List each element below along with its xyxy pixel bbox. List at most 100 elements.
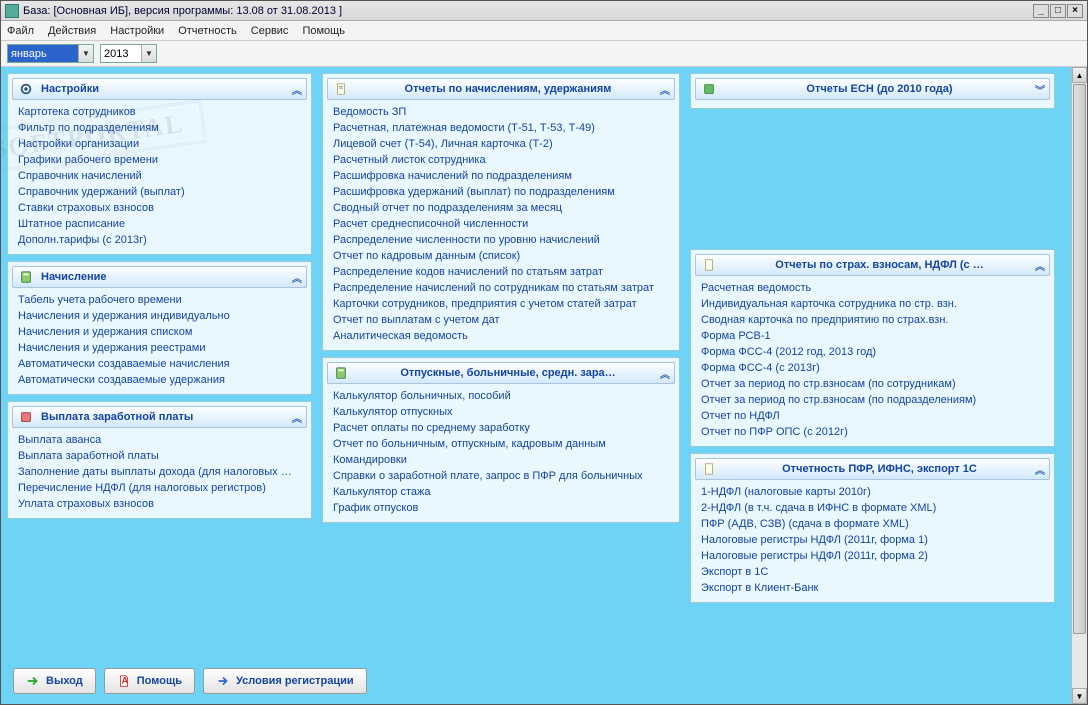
panel-header-esn[interactable]: Отчеты ЕСН (до 2010 года) ︾ bbox=[695, 78, 1050, 100]
link-item[interactable]: Выплата заработной платы bbox=[18, 450, 303, 462]
link-item[interactable]: Расчетная, платежная ведомости (Т-51, Т-… bbox=[333, 122, 671, 134]
menu-service[interactable]: Сервис bbox=[251, 25, 289, 37]
link-item[interactable]: Фильтр по подразделениям bbox=[18, 122, 303, 134]
link-item[interactable]: Отчет за период по стр.взносам (по сотру… bbox=[701, 378, 1046, 390]
link-item[interactable]: Распределение численности по уровню начи… bbox=[333, 234, 671, 246]
close-button[interactable]: × bbox=[1067, 4, 1083, 18]
panel-header-pfr[interactable]: Отчетность ПФР, ИФНС, экспорт 1С ︽ bbox=[695, 458, 1050, 480]
link-item[interactable]: Ставки страховых взносов bbox=[18, 202, 303, 214]
link-item[interactable]: Форма ФСС-4 (2012 год, 2013 год) bbox=[701, 346, 1046, 358]
link-item[interactable]: 1-НДФЛ (налоговые карты 2010г) bbox=[701, 486, 1046, 498]
menu-settings[interactable]: Настройки bbox=[110, 25, 164, 37]
panel-title: Начисление bbox=[41, 271, 292, 283]
link-item[interactable]: Сводная карточка по предприятию по страх… bbox=[701, 314, 1046, 326]
links-insurance: Расчетная ведомость Индивидуальная карточ… bbox=[691, 280, 1054, 446]
link-item[interactable]: Налоговые регистры НДФЛ (2011г, форма 2) bbox=[701, 550, 1046, 562]
vertical-scrollbar[interactable]: ▲ ▼ bbox=[1071, 67, 1087, 704]
link-item[interactable]: Начисления и удержания реестрами bbox=[18, 342, 303, 354]
link-item[interactable]: Отчет по больничным, отпускным, кадровым… bbox=[333, 438, 671, 450]
svg-text:A: A bbox=[121, 676, 128, 687]
link-item[interactable]: Заполнение даты выплаты дохода (для нало… bbox=[18, 466, 303, 478]
link-item[interactable]: Картотека сотрудников bbox=[18, 106, 303, 118]
toolbar: ▼ ▼ bbox=[1, 41, 1087, 67]
link-item[interactable]: Распределение кодов начислений по статья… bbox=[333, 266, 671, 278]
link-item[interactable]: Калькулятор стажа bbox=[333, 486, 671, 498]
link-item[interactable]: Отчет по ПФР ОПС (с 2012г) bbox=[701, 426, 1046, 438]
link-item[interactable]: График отпусков bbox=[333, 502, 671, 514]
year-combo[interactable]: ▼ bbox=[100, 44, 157, 63]
menu-reports[interactable]: Отчетность bbox=[178, 25, 237, 37]
scroll-down-button[interactable]: ▼ bbox=[1072, 688, 1087, 704]
link-item[interactable]: Расчетная ведомость bbox=[701, 282, 1046, 294]
link-item[interactable]: Калькулятор отпускных bbox=[333, 406, 671, 418]
year-input[interactable] bbox=[101, 45, 141, 62]
month-combo[interactable]: ▼ bbox=[7, 44, 94, 63]
link-item[interactable]: 2-НДФЛ (в т.ч. сдача в ИФНС в формате XM… bbox=[701, 502, 1046, 514]
maximize-button[interactable]: □ bbox=[1050, 4, 1066, 18]
link-item[interactable]: Распределение начислений по сотрудникам … bbox=[333, 282, 671, 294]
link-item[interactable]: Расчет среднесписочной численности bbox=[333, 218, 671, 230]
link-item[interactable]: Штатное расписание bbox=[18, 218, 303, 230]
panel-header-reports[interactable]: Отчеты по начислениям, удержаниям ︽ bbox=[327, 78, 675, 100]
link-item[interactable]: Уплата страховых взносов bbox=[18, 498, 303, 510]
dropdown-icon[interactable]: ▼ bbox=[78, 45, 93, 62]
link-item[interactable]: Экспорт в Клиент-Банк bbox=[701, 582, 1046, 594]
link-item[interactable]: Лицевой счет (Т-54), Личная карточка (Т-… bbox=[333, 138, 671, 150]
panel-header-vacation[interactable]: Отпускные, больничные, средн. зара… ︽ bbox=[327, 362, 675, 384]
link-item[interactable]: Графики рабочего времени bbox=[18, 154, 303, 166]
link-item[interactable]: Сводный отчет по подразделениям за месяц bbox=[333, 202, 671, 214]
scroll-up-button[interactable]: ▲ bbox=[1072, 67, 1087, 83]
minimize-button[interactable]: _ bbox=[1033, 4, 1049, 18]
link-item[interactable]: Начисления и удержания индивидуально bbox=[18, 310, 303, 322]
link-item[interactable]: Перечисление НДФЛ (для налоговых регистр… bbox=[18, 482, 303, 494]
link-item[interactable]: Отчет по выплатам с учетом дат bbox=[333, 314, 671, 326]
button-label: Выход bbox=[46, 675, 83, 687]
month-input[interactable] bbox=[8, 45, 78, 62]
link-item[interactable]: Начисления и удержания списком bbox=[18, 326, 303, 338]
link-item[interactable]: Экспорт в 1С bbox=[701, 566, 1046, 578]
link-item[interactable]: Справочник начислений bbox=[18, 170, 303, 182]
panel-header-payout[interactable]: Выплата заработной платы ︽ bbox=[12, 406, 307, 428]
book-icon bbox=[19, 410, 33, 424]
link-item[interactable]: Расчет оплаты по среднему заработку bbox=[333, 422, 671, 434]
link-item[interactable]: Карточки сотрудников, предприятия с учет… bbox=[333, 298, 671, 310]
panel-header-settings[interactable]: Настройки ︽ bbox=[12, 78, 307, 100]
link-item[interactable]: Автоматически создаваемые начисления bbox=[18, 358, 303, 370]
link-item[interactable]: ПФР (АДВ, СЗВ) (сдача в формате XML) bbox=[701, 518, 1046, 530]
panel-header-accrual[interactable]: Начисление ︽ bbox=[12, 266, 307, 288]
link-item[interactable]: Справочник удержаний (выплат) bbox=[18, 186, 303, 198]
document-icon bbox=[702, 462, 716, 476]
link-item[interactable]: Форма ФСС-4 (с 2013г) bbox=[701, 362, 1046, 374]
link-item[interactable]: Расчетный листок сотрудника bbox=[333, 154, 671, 166]
menu-file[interactable]: Файл bbox=[7, 25, 34, 37]
link-item[interactable]: Налоговые регистры НДФЛ (2011г, форма 1) bbox=[701, 534, 1046, 546]
link-item[interactable]: Форма РСВ-1 bbox=[701, 330, 1046, 342]
link-item[interactable]: Отчет по НДФЛ bbox=[701, 410, 1046, 422]
link-item[interactable]: Ведомость ЗП bbox=[333, 106, 671, 118]
link-item[interactable]: Настройки организации bbox=[18, 138, 303, 150]
menu-actions[interactable]: Действия bbox=[48, 25, 96, 37]
scroll-thumb[interactable] bbox=[1073, 84, 1086, 634]
dropdown-icon[interactable]: ▼ bbox=[141, 45, 156, 62]
link-item[interactable]: Индивидуальная карточка сотрудника по ст… bbox=[701, 298, 1046, 310]
link-item[interactable]: Командировки bbox=[333, 454, 671, 466]
link-item[interactable]: Дополн.тарифы (с 2013г) bbox=[18, 234, 303, 246]
exit-button[interactable]: Выход bbox=[13, 668, 96, 694]
link-item[interactable]: Калькулятор больничных, пособий bbox=[333, 390, 671, 402]
link-item[interactable]: Отчет за период по стр.взносам (по подра… bbox=[701, 394, 1046, 406]
link-item[interactable]: Автоматически создаваемые удержания bbox=[18, 374, 303, 386]
link-item[interactable]: Справки о заработной плате, запрос в ПФР… bbox=[333, 470, 671, 482]
panel-header-insurance[interactable]: Отчеты по страх. взносам, НДФЛ (с … ︽ bbox=[695, 254, 1050, 276]
panel-title: Отчеты по начислениям, удержаниям bbox=[356, 83, 660, 95]
link-item[interactable]: Расшифровка удержаний (выплат) по подраз… bbox=[333, 186, 671, 198]
links-accrual: Табель учета рабочего времени Начисления … bbox=[8, 292, 311, 394]
link-item[interactable]: Расшифровка начислений по подразделениям bbox=[333, 170, 671, 182]
link-item[interactable]: Табель учета рабочего времени bbox=[18, 294, 303, 306]
menu-help[interactable]: Помощь bbox=[302, 25, 345, 37]
help-button[interactable]: A Помощь bbox=[104, 668, 195, 694]
link-item[interactable]: Аналитическая ведомость bbox=[333, 330, 671, 342]
register-button[interactable]: Условия регистрации bbox=[203, 668, 367, 694]
link-item[interactable]: Отчет по кадровым данным (список) bbox=[333, 250, 671, 262]
chevron-up-icon: ︽ bbox=[292, 410, 300, 425]
link-item[interactable]: Выплата аванса bbox=[18, 434, 303, 446]
